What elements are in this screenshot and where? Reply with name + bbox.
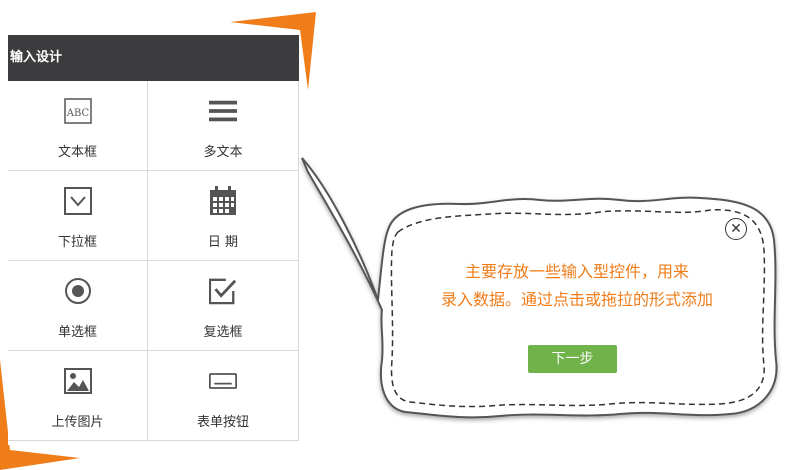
control-checkbox[interactable]: 复选框 (148, 261, 299, 351)
checkbox-icon (209, 277, 237, 305)
control-date[interactable]: 日 期 (148, 171, 299, 261)
next-step-button[interactable]: 下一步 (528, 345, 617, 373)
control-radio[interactable]: 单选框 (8, 261, 148, 351)
control-label: 多文本 (203, 145, 243, 160)
control-label: 日 期 (207, 235, 239, 250)
tooltip-message: 主要存放一些输入型控件，用来 录入数据。通过点击或拖拉的形式添加 (392, 258, 762, 314)
control-grid: ABC 文本框 多文本 下拉框 日 期 单选框 复选框 上传图片 表单按钮 (8, 81, 299, 441)
dropdown-icon (63, 187, 92, 215)
input-design-panel: 输入设计 ABC 文本框 多文本 下拉框 日 期 单选框 复选框 上传图片 表单… (8, 35, 299, 445)
control-form-button[interactable]: 表单按钮 (148, 351, 299, 441)
radio-icon (64, 277, 92, 305)
control-label: 表单按钮 (196, 415, 249, 430)
control-label: 文本框 (57, 145, 97, 160)
control-label: 下拉框 (57, 235, 97, 250)
text-box-icon: ABC (63, 97, 92, 125)
panel-title: 输入设计 (8, 35, 299, 81)
form-button-icon (209, 367, 237, 395)
control-text-box[interactable]: ABC 文本框 (8, 81, 148, 171)
control-image-upload[interactable]: 上传图片 (8, 351, 148, 441)
control-label: 上传图片 (51, 415, 104, 430)
tooltip-line-1: 主要存放一些输入型控件，用来 (464, 262, 689, 281)
tooltip-line-2: 录入数据。通过点击或拖拉的形式添加 (440, 290, 713, 309)
control-label: 复选框 (203, 325, 243, 340)
svg-text:ABC: ABC (65, 108, 89, 119)
calendar-icon (209, 186, 237, 215)
image-upload-icon (63, 367, 92, 395)
control-label: 单选框 (57, 325, 97, 340)
multiline-text-icon (209, 97, 237, 125)
control-multiline-text[interactable]: 多文本 (148, 81, 299, 171)
close-icon[interactable]: ✕ (725, 218, 747, 240)
control-dropdown[interactable]: 下拉框 (8, 171, 148, 261)
